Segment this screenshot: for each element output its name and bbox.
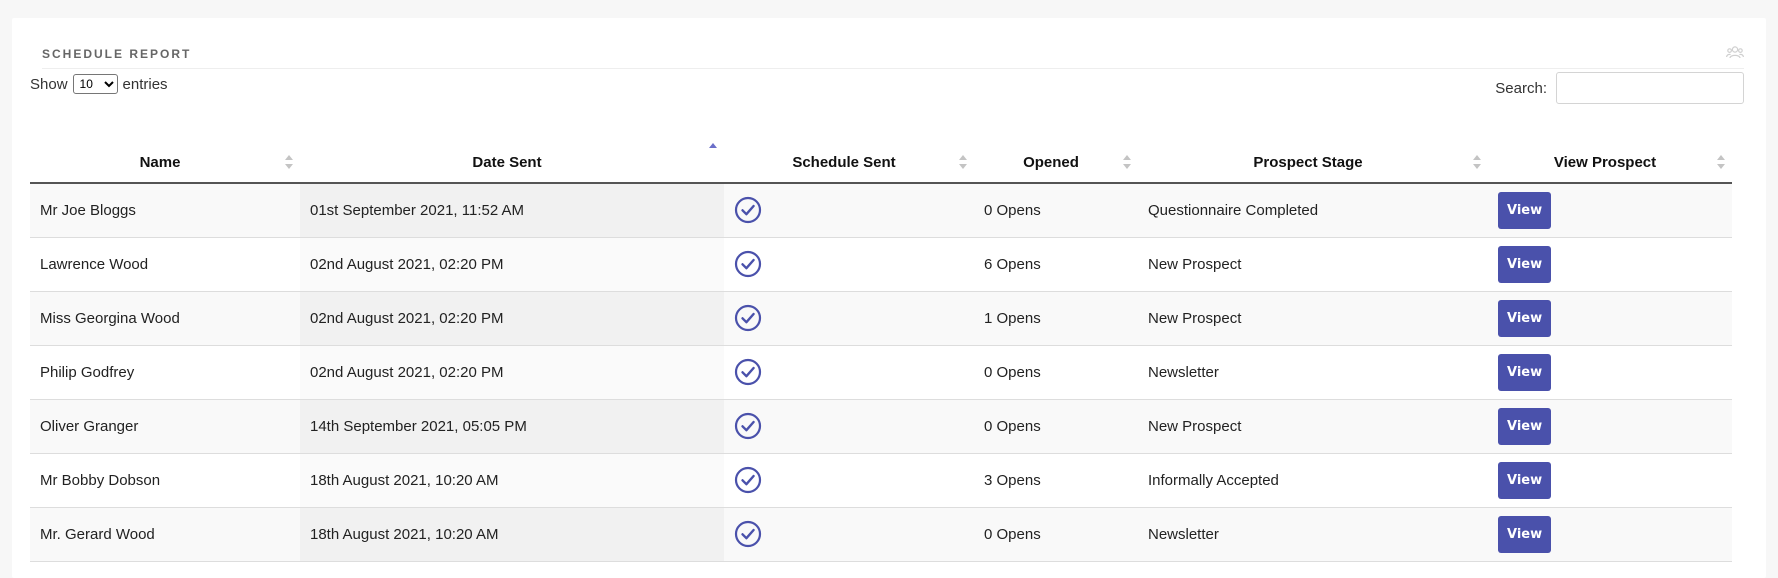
column-header-stage[interactable]: Prospect Stage	[1138, 143, 1488, 184]
date-sent-cell: 02nd August 2021, 02:20 PM	[300, 291, 724, 346]
view-prospect-button[interactable]: View	[1498, 299, 1552, 337]
view-prospect-cell: View	[1488, 183, 1732, 238]
view-prospect-button[interactable]: View	[1498, 515, 1552, 553]
name-cell: Mr Bobby Dobson	[30, 453, 300, 508]
sort-icon[interactable]	[959, 155, 967, 169]
view-prospect-cell: View	[1488, 399, 1732, 454]
schedule-sent-cell	[724, 453, 974, 508]
column-header-label: Name	[139, 154, 181, 171]
column-header-label: Schedule Sent	[792, 154, 896, 171]
view-prospect-button[interactable]: View	[1498, 407, 1552, 445]
check-circle-icon	[734, 304, 762, 332]
check-circle-icon	[734, 250, 762, 278]
date-sent-cell: 18th August 2021, 10:20 AM	[300, 507, 724, 562]
sort-icon[interactable]	[1717, 155, 1725, 169]
check-circle-icon	[734, 358, 762, 386]
page-length-select[interactable]: 10	[72, 74, 118, 94]
entries-label: entries	[122, 75, 168, 93]
column-header-label: Opened	[1023, 154, 1079, 171]
table-header-row: Name Date Sent Schedule Sent Opened Prospect…	[30, 143, 1732, 184]
prospect-stage-cell: New Prospect	[1138, 399, 1488, 454]
column-header-opened[interactable]: Opened	[974, 143, 1138, 184]
view-prospect-cell: View	[1488, 453, 1732, 508]
table-row: Mr. Gerard Wood 18th August 2021, 10:20 A…	[30, 507, 1732, 562]
view-prospect-cell: View	[1488, 507, 1732, 562]
table-row: Lawrence Wood 02nd August 2021, 02:20 PM 6…	[30, 237, 1732, 292]
table-row: Mr Joe Bloggs 01st September 2021, 11:52 …	[30, 183, 1732, 238]
opened-cell: 0 Opens	[974, 399, 1138, 454]
prospect-stage-cell: Informally Accepted	[1138, 453, 1488, 508]
panel-title: SCHEDULE REPORT	[42, 47, 192, 61]
schedule-sent-cell	[724, 507, 974, 562]
search-input[interactable]	[1556, 72, 1744, 104]
sort-ascending-icon[interactable]	[709, 143, 717, 157]
check-circle-icon	[734, 412, 762, 440]
date-sent-cell: 14th September 2021, 05:05 PM	[300, 399, 724, 454]
prospect-stage-cell: Questionnaire Completed	[1138, 183, 1488, 238]
page-length-control: Show 10 entries	[30, 74, 168, 94]
sort-icon[interactable]	[1473, 155, 1481, 169]
column-header-label: Date Sent	[472, 154, 542, 171]
column-header-sent[interactable]: Schedule Sent	[724, 143, 974, 184]
schedule-table: Name Date Sent Schedule Sent Opened Prospect…	[30, 143, 1732, 562]
schedule-sent-cell	[724, 237, 974, 292]
schedule-sent-cell	[724, 183, 974, 238]
search-control: Search:	[1495, 72, 1744, 104]
prospect-stage-cell: New Prospect	[1138, 291, 1488, 346]
opened-cell: 3 Opens	[974, 453, 1138, 508]
table-row: Oliver Granger 14th September 2021, 05:05…	[30, 399, 1732, 454]
table-row: Miss Georgina Wood 02nd August 2021, 02:2…	[30, 291, 1732, 346]
date-sent-cell: 01st September 2021, 11:52 AM	[300, 183, 724, 238]
name-cell: Mr. Gerard Wood	[30, 507, 300, 562]
opened-cell: 6 Opens	[974, 237, 1138, 292]
name-cell: Miss Georgina Wood	[30, 291, 300, 346]
show-label: Show	[30, 75, 68, 93]
panel-header: SCHEDULE REPORT	[42, 45, 1744, 69]
table-row: Mr Bobby Dobson 18th August 2021, 10:20 A…	[30, 453, 1732, 508]
check-circle-icon	[734, 466, 762, 494]
view-prospect-cell: View	[1488, 345, 1732, 400]
column-header-date[interactable]: Date Sent	[300, 143, 724, 184]
check-circle-icon	[734, 520, 762, 548]
view-prospect-button[interactable]: View	[1498, 191, 1552, 229]
view-prospect-button[interactable]: View	[1498, 245, 1552, 283]
opened-cell: 0 Opens	[974, 345, 1138, 400]
sort-icon[interactable]	[285, 155, 293, 169]
date-sent-cell: 02nd August 2021, 02:20 PM	[300, 237, 724, 292]
date-sent-cell: 02nd August 2021, 02:20 PM	[300, 345, 724, 400]
name-cell: Lawrence Wood	[30, 237, 300, 292]
check-circle-icon	[734, 197, 762, 224]
name-cell: Oliver Granger	[30, 399, 300, 454]
opened-cell: 1 Opens	[974, 291, 1138, 346]
users-icon[interactable]	[1726, 45, 1744, 59]
view-prospect-button[interactable]: View	[1498, 353, 1552, 391]
table-row: Philip Godfrey 02nd August 2021, 02:20 PM…	[30, 345, 1732, 400]
view-prospect-cell: View	[1488, 291, 1732, 346]
schedule-sent-cell	[724, 291, 974, 346]
schedule-sent-cell	[724, 345, 974, 400]
column-header-label: View Prospect	[1553, 154, 1657, 171]
column-header-label: Prospect Stage	[1253, 154, 1363, 171]
opened-cell: 0 Opens	[974, 183, 1138, 238]
prospect-stage-cell: Newsletter	[1138, 507, 1488, 562]
search-label: Search:	[1495, 79, 1547, 97]
sort-icon[interactable]	[1123, 155, 1131, 169]
view-prospect-button[interactable]: View	[1498, 461, 1552, 499]
name-cell: Philip Godfrey	[30, 345, 300, 400]
prospect-stage-cell: New Prospect	[1138, 237, 1488, 292]
schedule-sent-cell	[724, 399, 974, 454]
opened-cell: 0 Opens	[974, 507, 1138, 562]
date-sent-cell: 18th August 2021, 10:20 AM	[300, 453, 724, 508]
view-prospect-cell: View	[1488, 237, 1732, 292]
name-cell: Mr Joe Bloggs	[30, 183, 300, 238]
column-header-action[interactable]: View Prospect	[1488, 143, 1732, 184]
column-header-name[interactable]: Name	[30, 143, 300, 184]
prospect-stage-cell: Newsletter	[1138, 345, 1488, 400]
